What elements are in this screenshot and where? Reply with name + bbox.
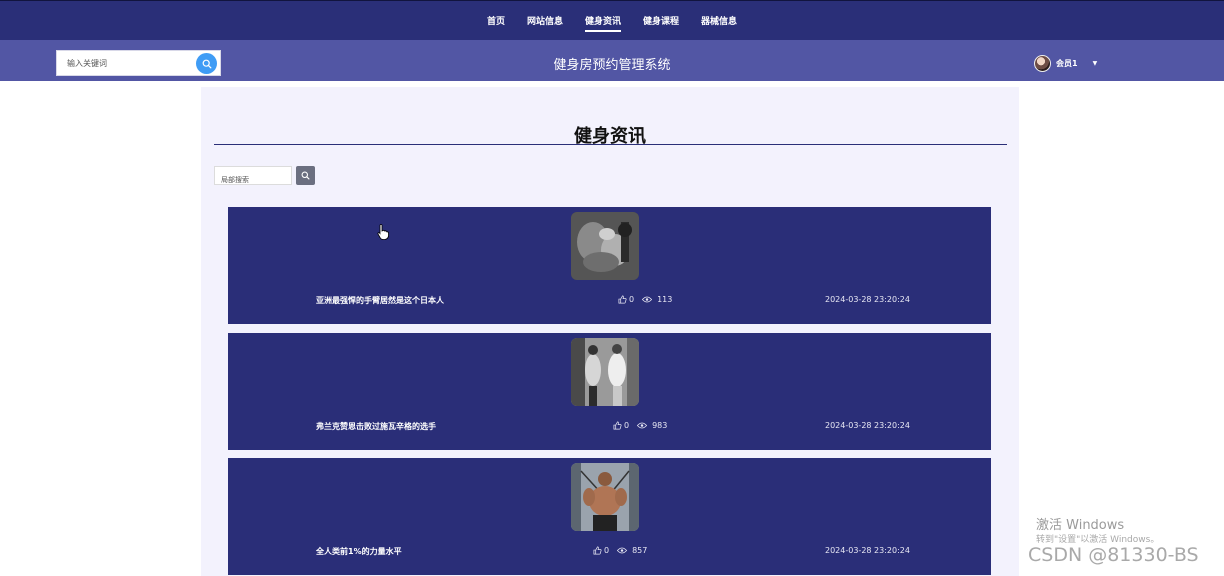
windows-activation-watermark: 激活 Windows 转到"设置"以激活 Windows。 <box>1036 518 1159 546</box>
nav-item-fitness-courses[interactable]: 健身课程 <box>643 10 679 32</box>
title-divider <box>214 144 1007 145</box>
news-thumbnail[interactable] <box>571 463 639 531</box>
news-date: 2024-03-28 23:20:24 <box>825 421 910 430</box>
news-thumbnail[interactable] <box>571 212 639 280</box>
news-title[interactable]: 弗兰克赞恩击败过施瓦辛格的选手 <box>316 421 436 432</box>
view-stat: 983 <box>637 421 667 430</box>
news-title[interactable]: 全人类前1%的力量水平 <box>316 546 402 557</box>
news-stats: 0 983 <box>613 421 667 430</box>
eye-icon <box>637 422 648 429</box>
hand-cursor-icon <box>377 224 389 240</box>
eye-icon <box>617 547 628 554</box>
like-count: 0 <box>604 546 610 555</box>
user-menu[interactable]: 会员1 ▼ <box>1034 54 1097 72</box>
nav-item-site-info[interactable]: 网站信息 <box>527 10 563 32</box>
thumbs-up-icon[interactable] <box>618 295 627 304</box>
view-count: 983 <box>652 421 668 430</box>
news-thumbnail[interactable] <box>571 338 639 406</box>
gym-posing-photo <box>571 338 639 406</box>
search-icon <box>301 171 310 180</box>
news-stats: 0 857 <box>593 546 647 555</box>
local-search-button[interactable] <box>296 166 315 185</box>
thumbs-up-icon[interactable] <box>613 421 622 430</box>
nav-item-fitness-news[interactable]: 健身资讯 <box>584 10 622 32</box>
news-card[interactable]: 全人类前1%的力量水平 0 857 2024-03-28 23:20:24 <box>228 458 991 575</box>
news-card[interactable]: 弗兰克赞恩击败过施瓦辛格的选手 0 983 2024-03-28 23:20:2… <box>228 333 991 450</box>
nav-item-home[interactable]: 首页 <box>487 10 505 32</box>
arm-curl-photo <box>571 212 639 280</box>
thumbs-up-icon[interactable] <box>593 546 602 555</box>
nav-item-equipment-info[interactable]: 器械信息 <box>701 10 737 32</box>
top-navigation: 首页 网站信息 健身资讯 健身课程 器械信息 <box>0 0 1224 40</box>
activation-title: 激活 Windows <box>1036 518 1125 533</box>
view-stat: 113 <box>642 295 672 304</box>
local-search-input[interactable] <box>215 171 291 189</box>
view-count: 857 <box>632 546 648 555</box>
header-bar: 健身房预约管理系统 会员1 ▼ <box>0 40 1224 81</box>
cable-machine-photo <box>571 463 639 531</box>
news-date: 2024-03-28 23:20:24 <box>825 295 910 304</box>
avatar <box>1034 54 1051 72</box>
caret-down-icon: ▼ <box>1092 59 1098 67</box>
csdn-watermark: CSDN @81330-BS <box>1028 544 1199 566</box>
news-title[interactable]: 亚洲最强悍的手臂居然是这个日本人 <box>316 295 444 306</box>
main-panel: 健身资讯 亚洲最强悍的手臂居然是这个日本人 <box>201 87 1019 576</box>
like-count: 0 <box>629 295 635 304</box>
news-card[interactable]: 亚洲最强悍的手臂居然是这个日本人 0 113 2024-03-28 23:20:… <box>228 207 991 324</box>
user-name: 会员1 <box>1056 58 1078 68</box>
eye-icon <box>642 296 653 303</box>
local-search <box>214 166 292 189</box>
like-count: 0 <box>624 421 630 430</box>
view-count: 113 <box>657 295 673 304</box>
news-date: 2024-03-28 23:20:24 <box>825 546 910 555</box>
view-stat: 857 <box>617 546 647 555</box>
news-stats: 0 113 <box>618 295 672 304</box>
